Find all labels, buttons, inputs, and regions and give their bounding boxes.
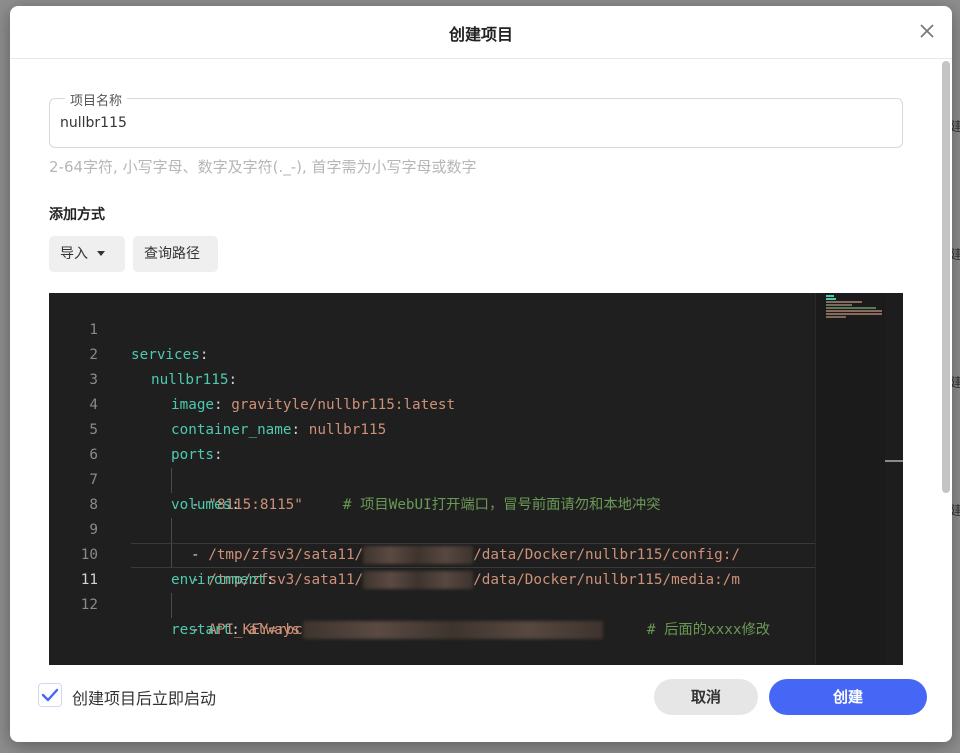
yaml-key: restart (171, 622, 232, 638)
yaml-comment: # 后面的xxxx修改 (646, 622, 771, 638)
code-line: 9 - /tmp/zfsv3/sata11//data/Docker/nullb… (49, 493, 815, 589)
query-path-label: 查询路径 (144, 246, 200, 262)
project-name-label: 项目名称 (65, 90, 128, 109)
code-line: 11 - API_KEY=rbc # 后面的xxxx修改 (49, 543, 815, 639)
code-line: 5 ports: (49, 393, 815, 463)
dialog-scrollbar-thumb[interactable] (942, 61, 950, 493)
checkmark-icon (41, 688, 59, 702)
editor-scroll-marker (885, 460, 903, 462)
close-icon (920, 24, 934, 38)
code-line: 7 volumes: (49, 443, 815, 513)
minimap-line (826, 316, 846, 318)
line-number: 12 (80, 597, 98, 613)
code-line: 3 image: gravityle/nullbr115:latest (49, 343, 815, 413)
import-button-label: 导入 (60, 246, 88, 262)
create-button[interactable]: 创建 (769, 679, 927, 715)
yaml-colon: : (231, 622, 249, 638)
editor-minimap[interactable] (815, 293, 886, 665)
code-line: 12 restart: always (49, 568, 815, 638)
yaml-value: always (248, 622, 301, 638)
caret-down-icon (97, 251, 105, 256)
editor-scrollbar[interactable] (885, 293, 903, 665)
code-line: 4 container_name: nullbr115 (49, 368, 815, 438)
close-button[interactable] (916, 20, 938, 42)
import-dropdown-button[interactable]: 导入 (49, 236, 125, 272)
project-name-field[interactable]: 项目名称 nullbr115 (49, 90, 903, 148)
minimap-line (826, 307, 876, 309)
cancel-button[interactable]: 取消 (654, 679, 758, 715)
code-line: 10 environment: (49, 518, 815, 588)
minimap-line (826, 298, 836, 300)
redacted-blur (302, 621, 603, 639)
indent-guide (171, 593, 172, 618)
minimap-line (826, 310, 882, 312)
dialog-header: 创建项目 (10, 6, 952, 59)
project-name-hint: 2-64字符, 小写字母、数字及字符(._-), 首字需为小写字母或数字 (49, 158, 477, 176)
code-line: 2 nullbr115: (49, 318, 815, 388)
minimap-line (826, 313, 882, 315)
code-line: 8 - /tmp/zfsv3/sata11//data/Docker/nullb… (49, 468, 815, 564)
dialog-scrollbar[interactable] (940, 58, 952, 742)
autostart-label[interactable]: 创建项目后立即启动 (72, 685, 216, 709)
code-line: 1 services: (49, 293, 815, 363)
code-line: 6 - "8115:8115" # 项目WebUI打开端口，冒号前面请勿和本地冲突 (49, 418, 815, 513)
minimap-line (826, 295, 834, 297)
query-path-button[interactable]: 查询路径 (133, 236, 218, 272)
create-project-dialog: 创建项目 项目名称 nullbr115 2-64字符, 小写字母、数字及字符(.… (10, 6, 952, 742)
project-name-input[interactable]: nullbr115 (60, 115, 127, 131)
dialog-title: 创建项目 (448, 25, 513, 44)
minimap-line (826, 301, 862, 303)
add-method-label: 添加方式 (49, 207, 105, 223)
autostart-checkbox[interactable] (38, 683, 62, 707)
compose-editor[interactable]: 1 services: 2 nullbr115: 3 image: gravit… (49, 293, 903, 665)
minimap-line (826, 304, 852, 306)
